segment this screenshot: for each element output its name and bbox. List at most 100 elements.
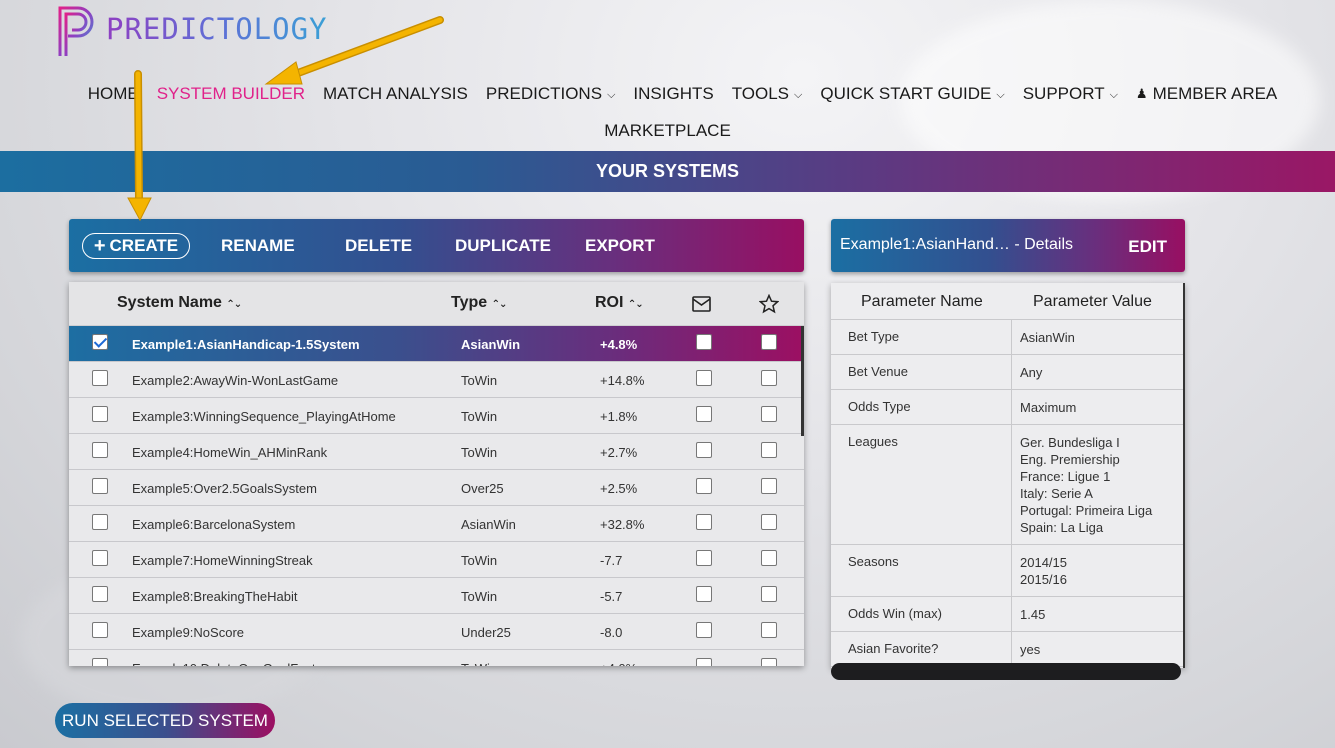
system-roi: +4.8% xyxy=(600,337,638,352)
horizontal-scrollbar[interactable] xyxy=(831,663,1181,680)
nav-match-analysis[interactable]: MATCH ANALYSIS xyxy=(323,84,468,104)
favorite-checkbox[interactable] xyxy=(761,622,777,638)
email-alert-checkbox[interactable] xyxy=(696,442,712,458)
table-row[interactable]: Example1:AsianHandicap-1.5System AsianWin… xyxy=(69,326,804,362)
chevron-down-icon: ⌵ xyxy=(607,88,616,101)
system-name: Example7:HomeWinningStreak xyxy=(132,553,313,568)
chevron-down-icon: ⌵ xyxy=(1109,88,1118,101)
col-system-name[interactable]: System Name ⌃⌄ xyxy=(117,294,242,312)
sort-icon: ⌃⌄ xyxy=(627,299,644,310)
system-type: ToWin xyxy=(461,553,498,568)
table-row[interactable]: Example5:Over2.5GoalsSystem Over25 +2.5% xyxy=(69,470,804,506)
table-body: Example1:AsianHandicap-1.5System AsianWin… xyxy=(69,326,804,666)
email-alert-checkbox[interactable] xyxy=(696,550,712,566)
nav-quick-start-guide[interactable]: QUICK START GUIDE ⌵ xyxy=(820,84,1004,104)
envelope-icon[interactable] xyxy=(692,296,711,312)
system-type: ToWin xyxy=(461,409,498,424)
nav-tools[interactable]: TOOLS ⌵ xyxy=(732,84,803,104)
col-roi[interactable]: ROI ⌃⌄ xyxy=(595,294,644,312)
table-row[interactable]: Example6:BarcelonaSystem AsianWin +32.8% xyxy=(69,506,804,542)
delete-button[interactable]: DELETE xyxy=(345,236,412,256)
row-select-checkbox[interactable] xyxy=(92,334,108,350)
nav-insights[interactable]: INSIGHTS xyxy=(633,84,713,104)
row-select-checkbox[interactable] xyxy=(92,406,108,422)
email-alert-checkbox[interactable] xyxy=(696,334,712,350)
system-roi: +14.8% xyxy=(600,373,645,388)
site-logo[interactable]: PREDICTOLOGY xyxy=(56,4,328,58)
system-name: Example2:AwayWin-WonLastGame xyxy=(132,373,339,388)
row-select-checkbox[interactable] xyxy=(92,550,108,566)
table-header: System Name ⌃⌄ Type ⌃⌄ ROI ⌃⌄ xyxy=(69,282,804,326)
create-button[interactable]: + CREATE xyxy=(82,233,190,259)
favorite-checkbox[interactable] xyxy=(761,586,777,602)
details-table-body: Bet Type AsianWin Bet Venue Any Odds Type Max… xyxy=(831,320,1183,668)
table-row[interactable]: Example2:AwayWin-WonLastGame ToWin +14.8% xyxy=(69,362,804,398)
email-alert-checkbox[interactable] xyxy=(696,406,712,422)
system-type: ToWin xyxy=(461,373,498,388)
favorite-checkbox[interactable] xyxy=(761,442,777,458)
system-roi: -7.7 xyxy=(600,553,623,568)
system-name: Example9:NoScore xyxy=(132,625,244,640)
favorite-checkbox[interactable] xyxy=(761,334,777,350)
star-icon[interactable] xyxy=(759,294,779,314)
table-row[interactable]: Example4:HomeWin_AHMinRank ToWin +2.7% xyxy=(69,434,804,470)
system-type: AsianWin xyxy=(461,517,516,532)
email-alert-checkbox[interactable] xyxy=(696,658,712,666)
row-select-checkbox[interactable] xyxy=(92,658,108,666)
page-title-banner: YOUR SYSTEMS xyxy=(0,151,1335,192)
nav-predictions[interactable]: PREDICTIONS ⌵ xyxy=(486,84,616,104)
row-select-checkbox[interactable] xyxy=(92,622,108,638)
edit-button[interactable]: EDIT xyxy=(1128,237,1167,257)
table-row[interactable]: Example10:DeleteOneGoalFest ToWin +4.0% xyxy=(69,650,804,666)
system-type: Under25 xyxy=(461,625,511,640)
table-row[interactable]: Example3:WinningSequence_PlayingAtHome To… xyxy=(69,398,804,434)
row-select-checkbox[interactable] xyxy=(92,478,108,494)
run-selected-system-button[interactable]: RUN SELECTED SYSTEM xyxy=(55,703,275,738)
favorite-checkbox[interactable] xyxy=(761,406,777,422)
col-parameter-value: Parameter Value xyxy=(1033,293,1152,310)
row-select-checkbox[interactable] xyxy=(92,514,108,530)
nav-member-area[interactable]: ♟ MEMBER AREA xyxy=(1136,84,1277,104)
system-roi: +1.8% xyxy=(600,409,638,424)
system-name: Example5:Over2.5GoalsSystem xyxy=(132,481,317,496)
details-row: Bet Type AsianWin xyxy=(831,320,1183,355)
nav-row-2: MARKETPLACE xyxy=(0,121,1335,141)
export-button[interactable]: EXPORT xyxy=(585,236,655,256)
col-type[interactable]: Type ⌃⌄ xyxy=(451,294,507,312)
nav-support[interactable]: SUPPORT ⌵ xyxy=(1023,84,1118,104)
email-alert-checkbox[interactable] xyxy=(696,586,712,602)
col-parameter-name: Parameter Name xyxy=(861,293,983,310)
email-alert-checkbox[interactable] xyxy=(696,514,712,530)
duplicate-button[interactable]: DUPLICATE xyxy=(455,236,551,256)
parameter-value: Ger. Bundesliga I Eng. Premiership Franc… xyxy=(1011,425,1183,544)
system-name: Example4:HomeWin_AHMinRank xyxy=(132,445,328,460)
parameter-name: Bet Venue xyxy=(848,364,908,379)
table-row[interactable]: Example8:BreakingTheHabit ToWin -5.7 xyxy=(69,578,804,614)
details-row: Leagues Ger. Bundesliga I Eng. Premiershi… xyxy=(831,425,1183,545)
details-table: Parameter Name Parameter Value Bet Type A… xyxy=(831,283,1185,668)
favorite-checkbox[interactable] xyxy=(761,514,777,530)
favorite-checkbox[interactable] xyxy=(761,658,777,666)
system-type: ToWin xyxy=(461,661,497,666)
row-select-checkbox[interactable] xyxy=(92,370,108,386)
email-alert-checkbox[interactable] xyxy=(696,478,712,494)
favorite-checkbox[interactable] xyxy=(761,370,777,386)
table-row[interactable]: Example9:NoScore Under25 -8.0 xyxy=(69,614,804,650)
nav-home[interactable]: HOME xyxy=(88,84,139,104)
details-row: Bet Venue Any xyxy=(831,355,1183,390)
system-type: AsianWin xyxy=(461,337,521,352)
row-select-checkbox[interactable] xyxy=(92,586,108,602)
favorite-checkbox[interactable] xyxy=(761,478,777,494)
nav-system-builder[interactable]: SYSTEM BUILDER xyxy=(157,84,305,104)
rename-button[interactable]: RENAME xyxy=(221,236,295,256)
table-row[interactable]: Example7:HomeWinningStreak ToWin -7.7 xyxy=(69,542,804,578)
email-alert-checkbox[interactable] xyxy=(696,622,712,638)
details-row: Asian Favorite? yes xyxy=(831,632,1183,667)
parameter-name: Odds Type xyxy=(848,399,911,414)
user-icon: ♟ xyxy=(1135,86,1148,101)
row-select-checkbox[interactable] xyxy=(92,442,108,458)
scrollbar[interactable] xyxy=(801,326,804,436)
favorite-checkbox[interactable] xyxy=(761,550,777,566)
nav-marketplace[interactable]: MARKETPLACE xyxy=(604,121,731,141)
email-alert-checkbox[interactable] xyxy=(696,370,712,386)
